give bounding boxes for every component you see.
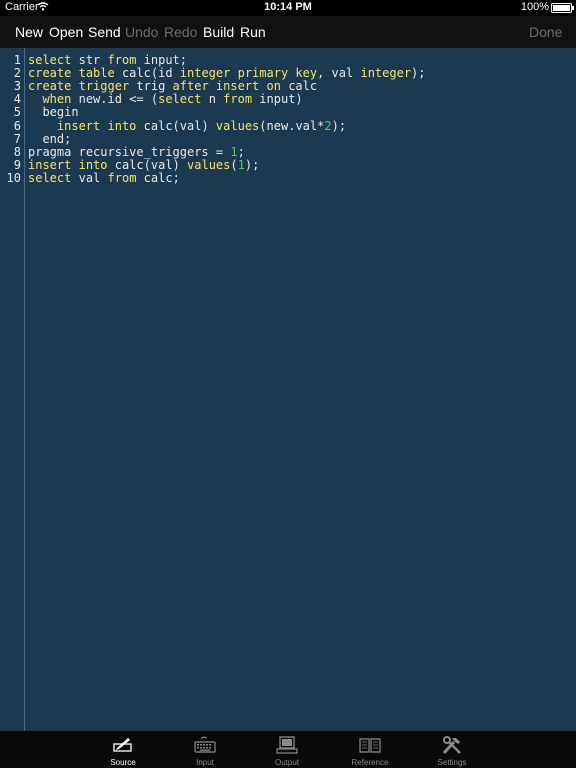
line-number: 10 bbox=[6, 170, 21, 185]
tab-reference-label: Reference bbox=[351, 758, 389, 767]
tab-bar: Source Input Output Reference Settings bbox=[0, 731, 576, 768]
code-text: end; bbox=[42, 131, 72, 146]
tab-reference[interactable]: Reference bbox=[340, 731, 400, 768]
code-editor[interactable]: 1 select str from input; 2 create table cal… bbox=[0, 48, 576, 731]
code-text: insert into calc(val) values(1); bbox=[28, 157, 260, 172]
line-number: 3 bbox=[13, 79, 21, 94]
code-text: insert into calc(val) values(new.val*2); bbox=[56, 118, 347, 133]
code-line: 5 begin bbox=[0, 105, 79, 120]
tab-input[interactable]: Input bbox=[175, 731, 235, 768]
build-button[interactable]: Build bbox=[203, 24, 234, 40]
run-button[interactable]: Run bbox=[240, 24, 266, 40]
tab-source[interactable]: Source bbox=[93, 731, 153, 768]
tab-source-label: Source bbox=[110, 758, 136, 767]
code-text: begin bbox=[42, 105, 79, 120]
undo-button[interactable]: Undo bbox=[125, 24, 158, 40]
tab-input-label: Input bbox=[196, 758, 214, 767]
line-number: 4 bbox=[13, 92, 21, 107]
tab-output[interactable]: Output bbox=[257, 731, 317, 768]
redo-button[interactable]: Redo bbox=[164, 24, 197, 40]
code-line: 10 select val from calc; bbox=[0, 170, 180, 185]
tab-output-label: Output bbox=[274, 758, 299, 767]
code-line: 9 insert into calc(val) values(1); bbox=[0, 157, 260, 172]
toolbar: New Open Send Undo Redo Build Run Done bbox=[0, 16, 576, 48]
code-line: 1 select str from input; bbox=[0, 53, 187, 67]
code-line: 7 end; bbox=[0, 131, 72, 146]
code-text: create trigger trig after insert on calc bbox=[28, 79, 318, 94]
code-line: 8 pragma recursive_triggers = 1; bbox=[0, 144, 245, 159]
line-number: 9 bbox=[13, 157, 21, 172]
code-text: select str from input; bbox=[28, 53, 188, 67]
line-number: 6 bbox=[13, 118, 21, 133]
line-number: 5 bbox=[13, 105, 21, 120]
code-line: 3 create trigger trig after insert on cal… bbox=[0, 79, 317, 94]
line-number: 1 bbox=[13, 53, 21, 67]
open-button[interactable]: Open bbox=[49, 24, 83, 40]
code-line: 6 insert into calc(val) values(new.val*2… bbox=[0, 118, 346, 133]
line-number: 7 bbox=[13, 131, 21, 146]
done-button[interactable]: Done bbox=[529, 24, 562, 40]
line-number: 2 bbox=[13, 66, 21, 81]
battery-icon bbox=[551, 3, 574, 13]
code-text: select val from calc; bbox=[28, 170, 180, 185]
code-text: pragma recursive_triggers = 1; bbox=[28, 144, 245, 159]
send-button[interactable]: Send bbox=[88, 24, 121, 40]
status-bar: Carrier 10:14 PM 100% bbox=[0, 0, 576, 16]
tab-settings[interactable]: Settings bbox=[422, 731, 482, 768]
code-text: create table calc(id integer primary key… bbox=[28, 66, 426, 81]
tab-settings-label: Settings bbox=[437, 758, 467, 767]
code-line: 2 create table calc(id integer primary ke… bbox=[0, 66, 426, 81]
code-line: 4 when new.id <= (select n from input) bbox=[0, 92, 303, 107]
clock: 10:14 PM bbox=[264, 1, 312, 13]
code-text: when new.id <= (select n from input) bbox=[42, 92, 303, 107]
battery-percentage: 100% bbox=[520, 1, 549, 13]
line-number: 8 bbox=[13, 144, 21, 159]
gutter-divider bbox=[24, 48, 25, 731]
new-button[interactable]: New bbox=[15, 24, 43, 40]
